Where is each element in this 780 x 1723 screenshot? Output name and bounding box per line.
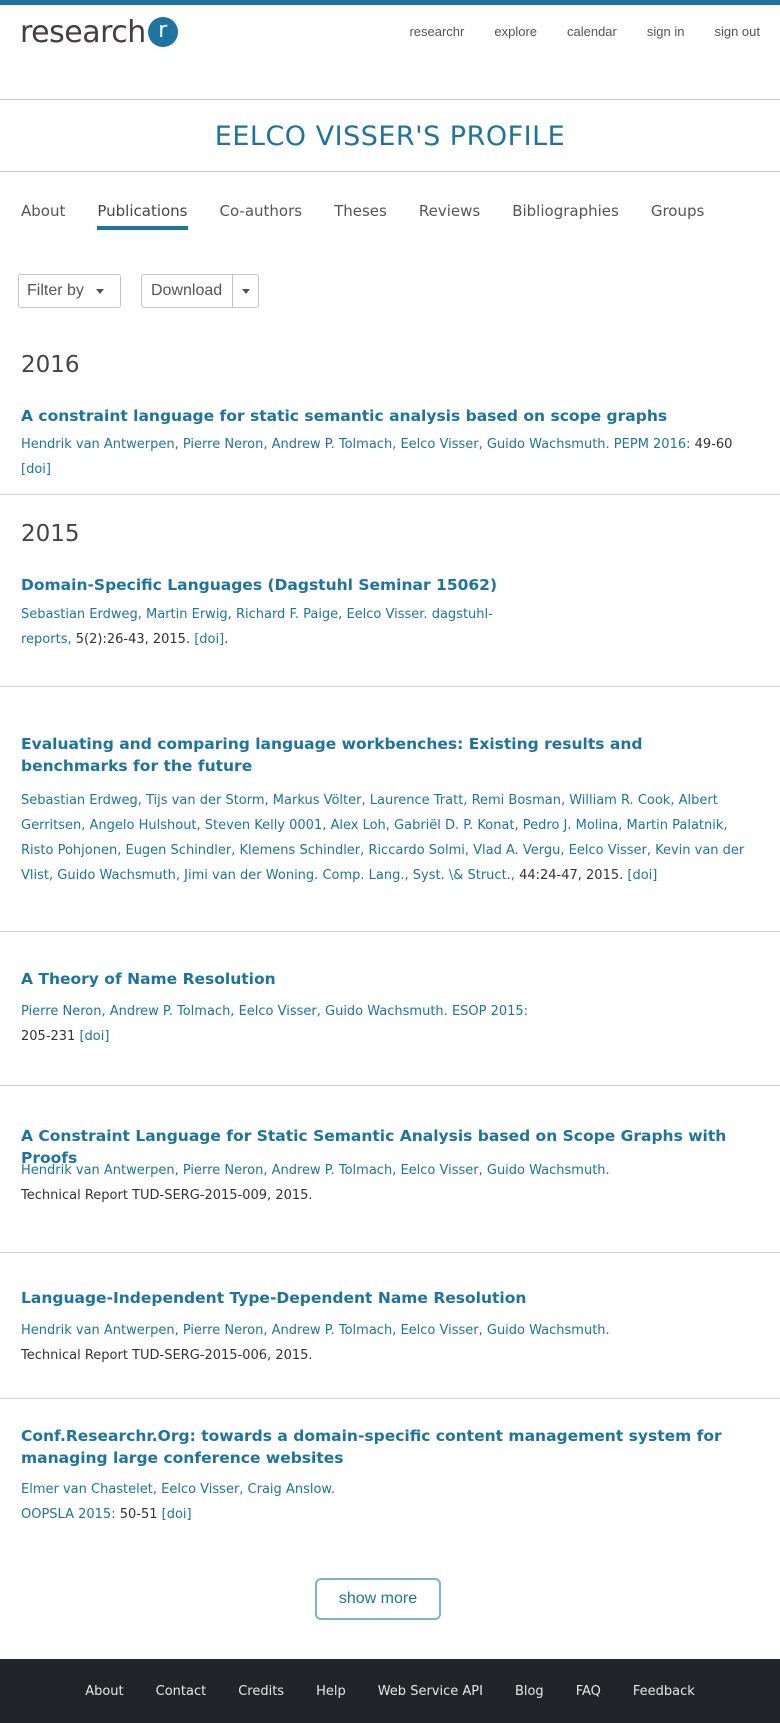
nav-researchr-link[interactable]: researchr (409, 24, 464, 39)
publication-authors[interactable]: Hendrik van Antwerpen, Pierre Neron, And… (21, 1323, 610, 1338)
site-footer: About Contact Credits Help Web Service A… (0, 1659, 780, 1723)
publication-meta: Elmer van Chastelet, Eelco Visser, Craig… (21, 1477, 641, 1527)
publication-authors[interactable]: Hendrik van Antwerpen, Pierre Neron, And… (21, 437, 610, 452)
divider (0, 1398, 780, 1399)
publication-title[interactable]: Domain-Specific Languages (Dagstuhl Semi… (21, 574, 751, 596)
publication-pages: 5(2):26-43, 2015. (75, 632, 195, 647)
publication-venue[interactable]: Comp. Lang., Syst. \& Struct., (322, 868, 514, 883)
logo-r-badge: r (147, 17, 178, 47)
divider (0, 1252, 780, 1253)
publication-authors[interactable]: Sebastian Erdweg, Martin Erwig, Richard … (21, 607, 428, 622)
tab-co-authors[interactable]: Co-authors (220, 202, 303, 230)
tab-about[interactable]: About (21, 202, 65, 230)
tab-theses[interactable]: Theses (334, 202, 387, 230)
tab-groups[interactable]: Groups (651, 202, 704, 230)
publication-authors[interactable]: Pierre Neron, Andrew P. Tolmach, Eelco V… (21, 1004, 448, 1019)
publication-authors[interactable]: Hendrik van Antwerpen, Pierre Neron, And… (21, 1163, 610, 1178)
filter-by-dropdown[interactable]: Filter by (18, 274, 121, 308)
footer-blog-link[interactable]: Blog (515, 1684, 544, 1699)
top-navigation: researchr explore calendar sign in sign … (379, 24, 760, 39)
top-accent-bar (0, 0, 780, 5)
tab-bibliographies[interactable]: Bibliographies (512, 202, 619, 230)
publication-tail: . (224, 632, 229, 647)
publication-report: Technical Report TUD-SERG-2015-009, 2015… (21, 1188, 313, 1203)
chevron-down-icon (241, 288, 250, 294)
publication-authors[interactable]: Elmer van Chastelet, Eelco Visser, Craig… (21, 1482, 335, 1497)
publication-pages: 50-51 (115, 1507, 162, 1522)
publication-meta: Sebastian Erdweg, Tijs van der Storm, Ma… (21, 788, 761, 888)
divider (0, 686, 780, 687)
chevron-down-icon (95, 288, 104, 294)
publication-pages: 49-60 (690, 437, 733, 452)
publication-title[interactable]: Language-Independent Type-Dependent Name… (21, 1287, 751, 1309)
profile-tabs: About Publications Co-authors Theses Rev… (21, 202, 736, 230)
publication-title[interactable]: A constraint language for static semanti… (21, 405, 751, 427)
divider (0, 494, 780, 495)
show-more-button[interactable]: show more (315, 1578, 441, 1620)
footer-about-link[interactable]: About (85, 1684, 123, 1699)
footer-feedback-link[interactable]: Feedback (633, 1684, 695, 1699)
doi-link[interactable]: [doi] (21, 462, 51, 477)
page-title: EELCO VISSER'S PROFILE (214, 121, 566, 152)
footer-credits-link[interactable]: Credits (238, 1684, 284, 1699)
nav-sign-out-link[interactable]: sign out (714, 24, 760, 39)
publication-meta: Sebastian Erdweg, Martin Erwig, Richard … (21, 602, 541, 652)
nav-calendar-link[interactable]: calendar (567, 24, 617, 39)
publication-venue[interactable]: OOPSLA 2015: (21, 1507, 116, 1522)
publication-report: Technical Report TUD-SERG-2015-006, 2015… (21, 1348, 313, 1363)
publication-title[interactable]: Conf.Researchr.Org: towards a domain-spe… (21, 1425, 751, 1469)
publication-meta: Hendrik van Antwerpen, Pierre Neron, And… (21, 1318, 641, 1368)
doi-link[interactable]: [doi] (79, 1029, 109, 1044)
download-label: Download (151, 282, 223, 299)
divider (0, 931, 780, 932)
publication-pages: 44:24-47, 2015. (514, 868, 628, 883)
year-heading-2016: 2016 (21, 352, 80, 378)
download-button[interactable]: Download (142, 275, 234, 307)
filter-by-label: Filter by (27, 282, 84, 299)
researchr-logo[interactable]: research r (20, 14, 178, 50)
publication-venue[interactable]: ESOP 2015: (452, 1004, 528, 1019)
footer-web-service-api-link[interactable]: Web Service API (378, 1684, 483, 1699)
doi-link[interactable]: [doi] (627, 868, 657, 883)
download-button-group: Download (141, 274, 259, 308)
tab-publications[interactable]: Publications (97, 202, 188, 230)
logo-wordmark: research (20, 14, 146, 50)
tab-reviews[interactable]: Reviews (419, 202, 480, 230)
publication-meta: Hendrik van Antwerpen, Pierre Neron, And… (21, 432, 761, 482)
publication-title[interactable]: A Theory of Name Resolution (21, 968, 751, 990)
publication-meta: Hendrik van Antwerpen, Pierre Neron, And… (21, 1158, 641, 1208)
footer-help-link[interactable]: Help (316, 1684, 346, 1699)
publication-title[interactable]: Evaluating and comparing language workbe… (21, 733, 751, 777)
nav-sign-in-link[interactable]: sign in (647, 24, 685, 39)
doi-link[interactable]: [doi] (194, 632, 224, 647)
footer-faq-link[interactable]: FAQ (576, 1684, 601, 1699)
doi-link[interactable]: [doi] (162, 1507, 192, 1522)
year-heading-2015: 2015 (21, 521, 80, 547)
nav-explore-link[interactable]: explore (494, 24, 537, 39)
profile-title-band: EELCO VISSER'S PROFILE (0, 99, 780, 172)
publication-meta: Pierre Neron, Andrew P. Tolmach, Eelco V… (21, 999, 541, 1049)
footer-contact-link[interactable]: Contact (156, 1684, 207, 1699)
publication-venue[interactable]: PEPM 2016: (614, 437, 691, 452)
publication-pages: 205-231 (21, 1029, 80, 1044)
divider (0, 1085, 780, 1086)
download-dropdown-toggle[interactable] (233, 275, 258, 307)
